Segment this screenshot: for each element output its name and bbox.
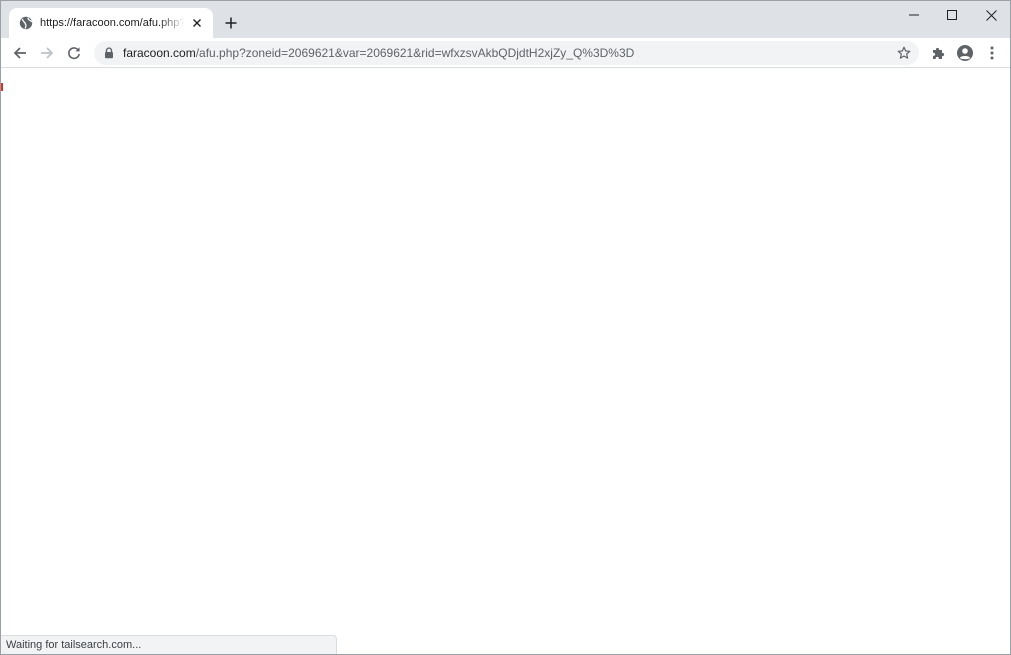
profile-icon	[956, 44, 974, 62]
url-path: /afu.php?zoneid=2069621&var=2069621&rid=…	[195, 46, 635, 60]
globe-icon	[19, 16, 33, 30]
close-window-icon	[985, 9, 997, 21]
status-bubble: Waiting for tailsearch.com...	[1, 635, 337, 654]
profile-button[interactable]	[953, 41, 977, 65]
tab-strip: https://faracoon.com/afu.php?zoneid=2069…	[1, 1, 1010, 38]
minimize-icon	[909, 10, 919, 20]
menu-button[interactable]	[980, 41, 1004, 65]
tab-active[interactable]: https://faracoon.com/afu.php?zoneid=2069…	[9, 8, 213, 38]
edge-mark	[1, 83, 3, 91]
tab-title: https://faracoon.com/afu.php?zoneid=2069…	[40, 17, 185, 29]
page-content[interactable]: Waiting for tailsearch.com...	[1, 69, 1010, 654]
star-icon[interactable]	[895, 44, 913, 62]
puzzle-icon	[931, 46, 945, 60]
maximize-icon	[947, 10, 957, 20]
plus-icon	[225, 17, 237, 29]
url-host: faracoon.com	[123, 46, 196, 60]
lock-icon[interactable]	[102, 46, 116, 60]
arrow-right-icon	[40, 46, 54, 60]
maximize-button[interactable]	[933, 1, 971, 29]
address-bar[interactable]: faracoon.com/afu.php?zoneid=2069621&var=…	[94, 41, 919, 65]
reload-button[interactable]	[62, 41, 86, 65]
browser-toolbar: faracoon.com/afu.php?zoneid=2069621&var=…	[1, 38, 1010, 68]
arrow-left-icon	[13, 46, 27, 60]
extensions-button[interactable]	[926, 41, 950, 65]
new-tab-button[interactable]	[221, 13, 241, 33]
kebab-menu-icon	[990, 46, 994, 60]
forward-button[interactable]	[35, 41, 59, 65]
close-window-button[interactable]	[972, 1, 1010, 29]
minimize-button[interactable]	[895, 1, 933, 29]
browser-window: https://faracoon.com/afu.php?zoneid=2069…	[0, 0, 1011, 655]
url-text[interactable]: faracoon.com/afu.php?zoneid=2069621&var=…	[123, 46, 919, 60]
back-button[interactable]	[8, 41, 32, 65]
close-icon[interactable]	[189, 15, 205, 31]
reload-icon	[67, 46, 81, 60]
